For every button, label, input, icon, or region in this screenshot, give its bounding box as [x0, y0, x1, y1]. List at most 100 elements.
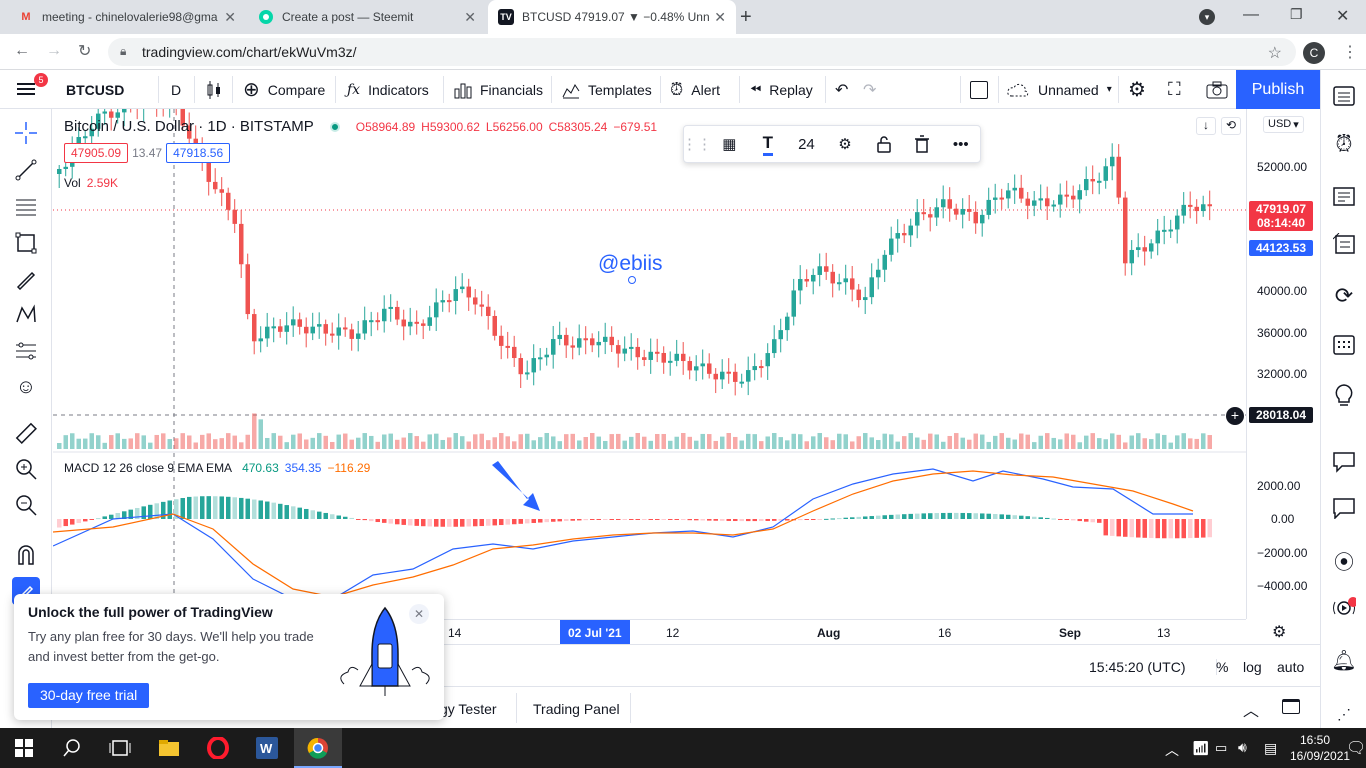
- alarm-clock-icon[interactable]: ⏰︎: [1330, 130, 1358, 158]
- tab-strategy-tester[interactable]: gy Tester: [440, 701, 497, 717]
- log-scale-toggle[interactable]: log: [1243, 659, 1262, 675]
- main-menu-icon[interactable]: 5: [16, 73, 48, 99]
- browser-tab-steemit[interactable]: Create a post — Steemit ✕: [248, 0, 486, 34]
- ask-price[interactable]: 47918.56: [166, 143, 231, 163]
- chart-settings-gear-icon[interactable]: ⚙︎: [1272, 622, 1286, 642]
- restore-icon[interactable]: ❐: [1290, 6, 1303, 23]
- maximize-panel-icon[interactable]: [1282, 699, 1300, 714]
- calendar-icon[interactable]: [1330, 330, 1358, 358]
- windows-start-icon[interactable]: [12, 736, 36, 760]
- layout-name-button[interactable]: Unnamed ▾: [1006, 70, 1112, 109]
- tab-search-icon[interactable]: ▾: [1199, 9, 1215, 25]
- financials-button[interactable]: Financials: [454, 70, 543, 109]
- fullscreen-icon[interactable]: ⛶: [1168, 70, 1181, 109]
- taskbar-clock[interactable]: 16:50 16/09/2021: [1290, 732, 1350, 764]
- pattern-icon[interactable]: [12, 301, 40, 329]
- publish-button[interactable]: Publish: [1236, 70, 1320, 109]
- currency-select[interactable]: USD ▾: [1263, 116, 1304, 133]
- fib-retracement-icon[interactable]: [12, 193, 40, 221]
- notifications-bell-icon[interactable]: 🔔︎: [1330, 646, 1358, 674]
- zoom-in-icon[interactable]: [12, 455, 40, 483]
- settings-gear-icon[interactable]: ⚙︎: [826, 135, 865, 153]
- layout-select-button[interactable]: [970, 70, 988, 109]
- price-chart-canvas[interactable]: [53, 109, 1246, 619]
- chrome-icon[interactable]: [306, 736, 330, 760]
- drag-handle-icon[interactable]: ⋮⋮: [682, 135, 712, 153]
- add-template-icon[interactable]: ▦: [710, 135, 749, 153]
- ideas-lightbulb-icon[interactable]: [1330, 382, 1358, 410]
- calendar-refresh-icon[interactable]: ⟳: [1330, 282, 1358, 310]
- settings-gear-icon[interactable]: ⚙︎: [1128, 70, 1146, 109]
- prediction-icon[interactable]: [12, 337, 40, 365]
- replay-button[interactable]: ⏪︎ Replay: [750, 70, 813, 109]
- collapse-pane-icon[interactable]: ↓: [1196, 117, 1216, 135]
- trend-line-icon[interactable]: [12, 156, 40, 184]
- interval-button[interactable]: D: [171, 70, 181, 109]
- utc-clock[interactable]: 15:45:20 (UTC): [1089, 659, 1185, 675]
- unlock-icon[interactable]: [864, 135, 903, 153]
- symbol-search-button[interactable]: BTCUSD: [66, 70, 124, 109]
- chart-pane[interactable]: [53, 109, 1246, 619]
- search-icon[interactable]: [60, 736, 84, 760]
- volume-icon[interactable]: 🔊︎: [1238, 739, 1247, 756]
- emoji-icon[interactable]: ☺: [12, 373, 40, 401]
- price-axis[interactable]: USD ▾ 52000.00 40000.00 36000.00 32000.00…: [1246, 109, 1320, 619]
- text-color-icon[interactable]: T: [749, 133, 788, 156]
- maximize-pane-icon[interactable]: ⟲: [1221, 117, 1241, 135]
- zoom-out-icon[interactable]: [12, 491, 40, 519]
- resize-grip-icon[interactable]: ⋰: [1330, 700, 1358, 728]
- text-annotation[interactable]: @ebiis: [598, 252, 663, 276]
- add-price-alert-icon[interactable]: +: [1226, 407, 1244, 425]
- window-close-icon[interactable]: ✕: [1336, 6, 1349, 26]
- percent-scale-toggle[interactable]: %: [1216, 659, 1228, 675]
- streams-icon[interactable]: ⦿: [1330, 546, 1358, 574]
- close-icon[interactable]: ✕: [224, 9, 236, 26]
- reload-icon[interactable]: ↻: [78, 41, 91, 61]
- chats-icon[interactable]: [1330, 448, 1358, 476]
- more-options-icon[interactable]: •••: [941, 136, 980, 153]
- show-hidden-icons-icon[interactable]: ︿: [1165, 740, 1179, 760]
- opera-icon[interactable]: [206, 736, 230, 760]
- indicators-button[interactable]: ƒx Indicators: [347, 70, 429, 109]
- browser-tab-tradingview[interactable]: TV BTCUSD 47919.07 ▼ −0.48% Unn ✕: [488, 0, 736, 34]
- forward-icon[interactable]: →: [46, 42, 62, 60]
- data-window-icon[interactable]: [1330, 182, 1358, 210]
- undo-icon[interactable]: ↶: [835, 70, 848, 109]
- brush-icon[interactable]: [12, 265, 40, 293]
- ime-keyboard-icon[interactable]: ▤: [1264, 740, 1277, 757]
- auto-scale-toggle[interactable]: auto: [1277, 659, 1304, 675]
- task-view-icon[interactable]: [108, 736, 132, 760]
- ruler-icon[interactable]: [12, 419, 40, 447]
- screenshot-camera-icon[interactable]: [1206, 70, 1228, 109]
- symbol-title[interactable]: Bitcoin / U.S. Dollar · 1D · BITSTAMP: [64, 118, 314, 135]
- hotlist-icon[interactable]: [1330, 230, 1358, 258]
- new-tab-icon[interactable]: +: [740, 6, 752, 29]
- crosshair-icon[interactable]: [12, 119, 40, 147]
- profile-avatar[interactable]: C: [1303, 42, 1325, 64]
- bookmark-star-icon[interactable]: ☆: [1268, 43, 1282, 63]
- font-size-select[interactable]: 24: [787, 136, 826, 153]
- rectangle-shape-icon[interactable]: [12, 229, 40, 257]
- trash-icon[interactable]: [903, 135, 942, 153]
- free-trial-button[interactable]: 30-day free trial: [28, 683, 150, 708]
- watchlist-icon[interactable]: [1330, 82, 1358, 110]
- macd-label[interactable]: MACD 12 26 close 9 EMA EMA: [64, 461, 232, 475]
- minimize-icon[interactable]: —: [1243, 6, 1259, 24]
- templates-button[interactable]: Templates: [562, 70, 652, 109]
- battery-icon[interactable]: ▭: [1215, 740, 1227, 756]
- browser-tab-gmail[interactable]: M meeting - chinelovalerie98@gma ✕: [8, 0, 246, 34]
- live-broadcast-icon[interactable]: [1330, 594, 1358, 622]
- compare-button[interactable]: ⊕ Compare: [243, 70, 325, 109]
- annotation-anchor-handle[interactable]: [628, 276, 636, 284]
- action-center-icon[interactable]: 🗨︎: [1346, 738, 1366, 758]
- chart-type-button[interactable]: [205, 70, 223, 109]
- url-input[interactable]: 🔒︎ tradingview.com/chart/ekWuVm3z/ ☆: [108, 38, 1296, 66]
- network-icon[interactable]: 📶︎: [1192, 740, 1210, 757]
- file-explorer-icon[interactable]: [157, 736, 181, 760]
- messages-icon[interactable]: [1330, 494, 1358, 522]
- browser-menu-icon[interactable]: ⋮: [1342, 42, 1358, 62]
- word-icon[interactable]: W: [255, 736, 279, 760]
- redo-icon[interactable]: ↷: [863, 70, 876, 109]
- alert-button[interactable]: ⏰︎ Alert: [670, 70, 720, 109]
- bid-price[interactable]: 47905.09: [64, 143, 129, 163]
